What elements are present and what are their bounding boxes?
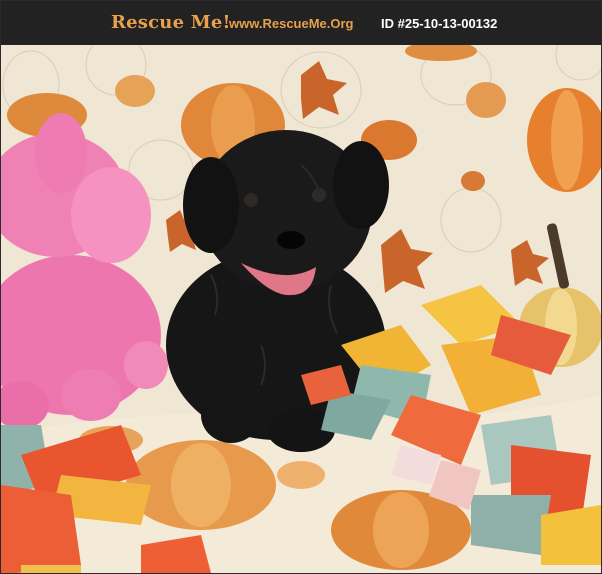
listing-card: Rescue Me! www.RescueMe.Org ID #25-10-13… (0, 0, 602, 574)
header-bar: Rescue Me! www.RescueMe.Org ID #25-10-13… (1, 1, 601, 45)
pet-photo-illustration (1, 45, 601, 573)
site-url[interactable]: www.RescueMe.Org (229, 16, 354, 31)
pet-photo (1, 45, 601, 573)
brand-logo[interactable]: Rescue Me! (111, 12, 231, 33)
listing-id: ID #25-10-13-00132 (381, 16, 498, 31)
